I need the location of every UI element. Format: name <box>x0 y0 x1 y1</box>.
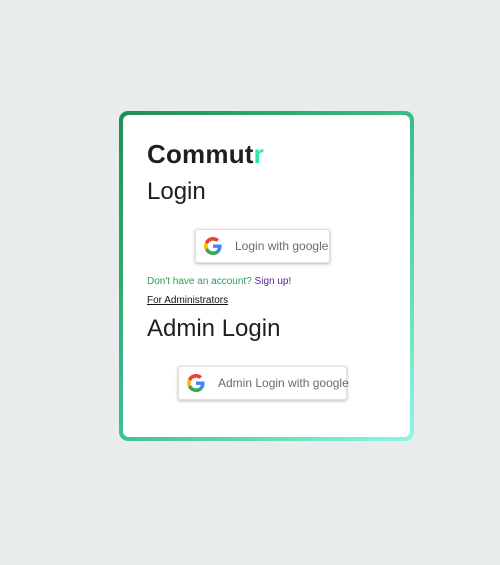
google-g-icon <box>187 374 205 392</box>
google-g-icon <box>204 237 222 255</box>
login-heading: Login <box>147 178 206 205</box>
login-with-google-button[interactable]: Login with google <box>195 229 330 263</box>
brand-name-main: Commut <box>147 139 254 169</box>
login-with-google-label: Login with google <box>235 239 329 253</box>
signup-prompt: Don't have an account? <box>147 276 252 287</box>
admin-login-with-google-label: Admin Login with google <box>218 376 349 390</box>
login-card: Commutr Login Login with google Don't ha… <box>123 115 410 437</box>
signup-line: Don't have an account? Sign up! <box>147 276 291 288</box>
signup-link[interactable]: Sign up! <box>255 276 292 287</box>
login-card-frame: Commutr Login Login with google Don't ha… <box>119 111 414 441</box>
brand-logo: Commutr <box>147 139 264 169</box>
for-administrators-link[interactable]: For Administrators <box>147 295 228 307</box>
brand-name-accent: r <box>253 139 264 169</box>
admin-login-with-google-button[interactable]: Admin Login with google <box>178 366 349 400</box>
admin-login-heading: Admin Login <box>147 315 281 342</box>
